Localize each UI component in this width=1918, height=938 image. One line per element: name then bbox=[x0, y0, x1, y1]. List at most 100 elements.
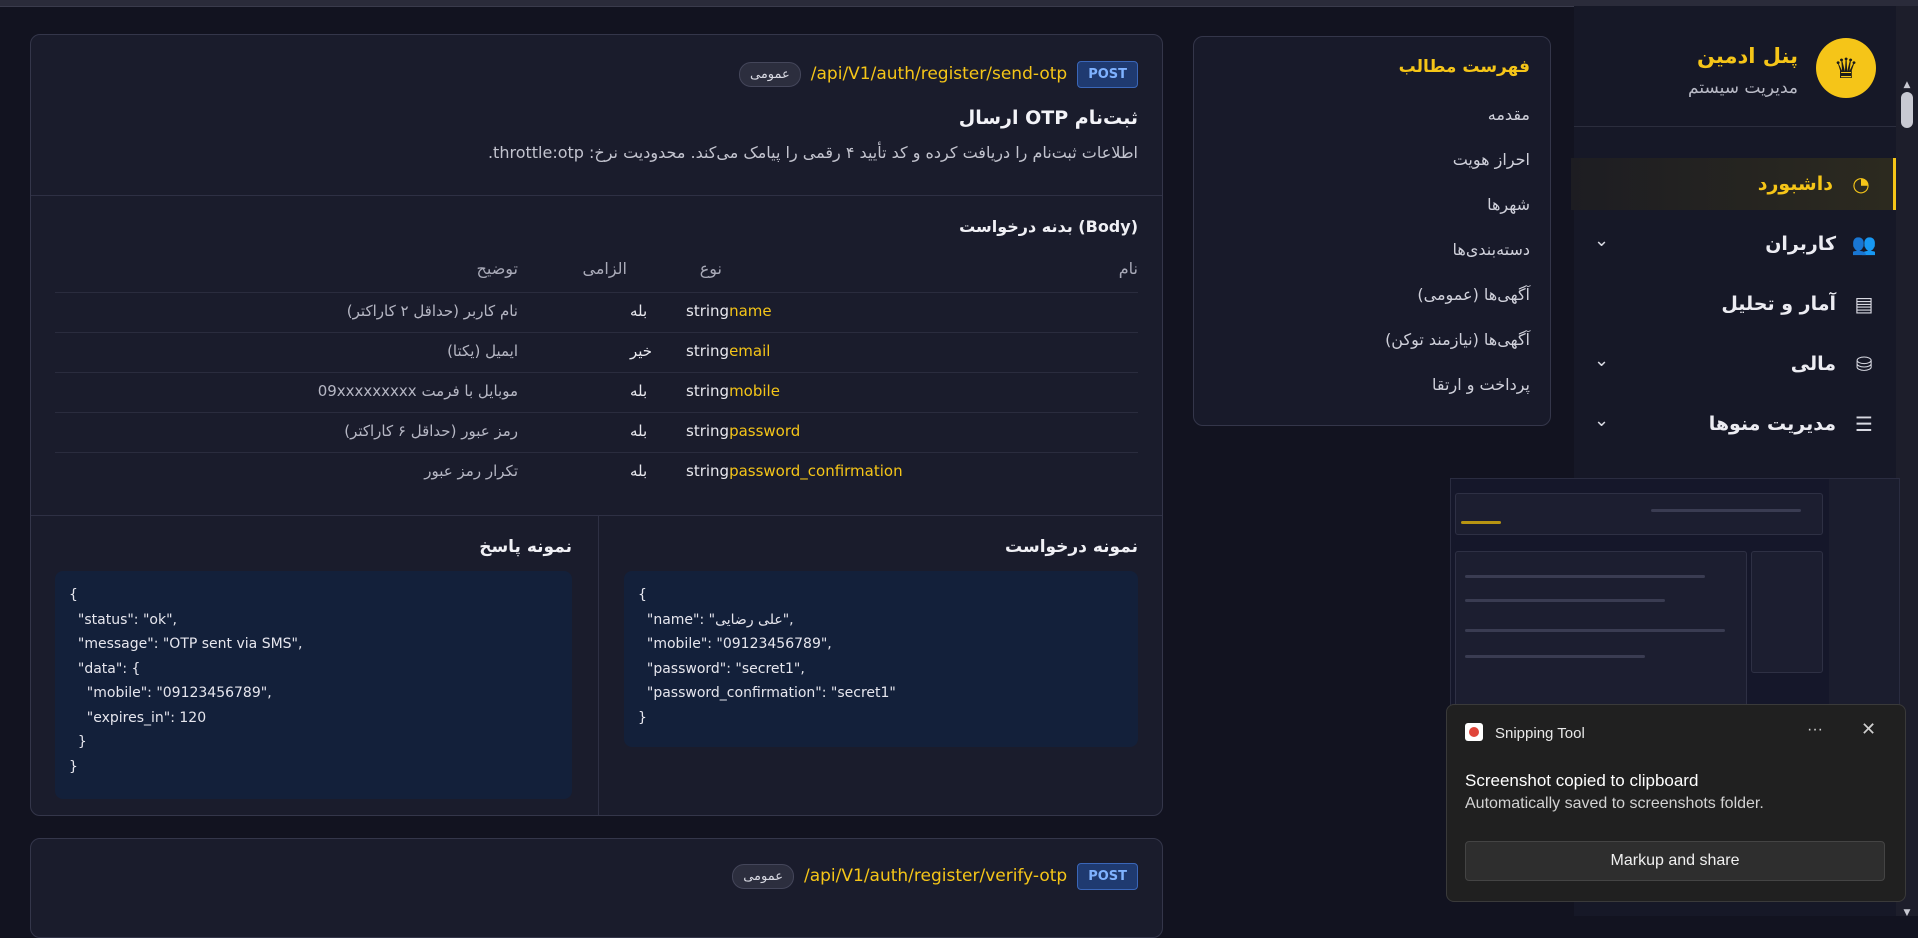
thumbnail-sidebar bbox=[1829, 479, 1899, 707]
chevron-down-icon[interactable]: ⌄ bbox=[1594, 350, 1609, 371]
gauge-icon: ◔ bbox=[1852, 172, 1870, 196]
table-row: stringpassword بله رمز عبور (حداقل ۶ کار… bbox=[55, 412, 1138, 453]
toc-title: فهرست مطالب bbox=[1398, 57, 1530, 77]
param-description: نام کاربر (حداقل ۲ کاراکتر) bbox=[346, 302, 518, 320]
endpoint-title: ارسال OTP ثبت‌نام bbox=[958, 107, 1138, 129]
divider bbox=[31, 515, 1162, 516]
chevron-down-icon[interactable]: ⌄ bbox=[1594, 230, 1609, 251]
sidebar-item-label: کاربران bbox=[1765, 233, 1836, 255]
method-badge: POST bbox=[1077, 60, 1138, 88]
toc-item[interactable]: آگهی‌ها (عمومی) bbox=[1417, 285, 1530, 304]
request-example-title: نمونه درخواست bbox=[1004, 537, 1138, 557]
thumbnail-block bbox=[1455, 493, 1823, 535]
body-section-title: بدنه درخواست (Body) bbox=[959, 217, 1138, 236]
endpoint-card: POST /api/V1/auth/register/send-otp عموم… bbox=[30, 34, 1163, 816]
sidebar-item-label: آمار و تحلیل bbox=[1721, 293, 1836, 315]
param-type: string bbox=[686, 422, 730, 440]
sidebar-item-label: داشبورد bbox=[1757, 173, 1833, 195]
param-description: رمز عبور (حداقل ۶ کاراکتر) bbox=[344, 422, 518, 440]
table-row: stringname بله نام کاربر (حداقل ۲ کاراکت… bbox=[55, 292, 1138, 333]
toc-item[interactable]: آگهی‌ها (نیازمند توکن) bbox=[1385, 330, 1530, 349]
menu-icon: ☰ bbox=[1855, 412, 1873, 436]
users-icon: 👥 bbox=[1851, 232, 1877, 256]
divider bbox=[31, 195, 1162, 196]
param-type: string bbox=[686, 342, 730, 360]
chart-icon: ▤ bbox=[1854, 292, 1874, 316]
param-description: موبایل با فرمت 09xxxxxxxxx bbox=[317, 382, 518, 400]
thumbnail-line bbox=[1465, 575, 1705, 578]
coins-icon: ⛁ bbox=[1855, 352, 1873, 376]
crown-icon: ♛ bbox=[1816, 38, 1876, 98]
brand-title: پنل ادمین bbox=[1697, 44, 1798, 68]
toc-item[interactable]: دسته‌بندی‌ها bbox=[1453, 240, 1530, 259]
close-icon[interactable]: ✕ bbox=[1861, 719, 1876, 740]
param-name: password_confirmation bbox=[729, 462, 903, 480]
param-description: ایمیل (یکتا) bbox=[447, 342, 518, 360]
response-example-code: { "status": "ok", "message": "OTP sent v… bbox=[55, 571, 572, 799]
sidebar-item-label: مدیریت منوها bbox=[1708, 413, 1836, 435]
toast-message: Automatically saved to screenshots folde… bbox=[1465, 795, 1764, 812]
thumbnail-line bbox=[1461, 521, 1501, 524]
endpoint-card: POST /api/V1/auth/register/verify-otp عم… bbox=[30, 838, 1163, 938]
endpoint-header: POST /api/V1/auth/register/verify-otp عم… bbox=[732, 861, 1138, 891]
table-of-contents: فهرست مطالب مقدمه احراز هویت شهرها دسته‌… bbox=[1193, 36, 1551, 426]
thumbnail-line bbox=[1465, 599, 1665, 602]
param-type: string bbox=[686, 462, 730, 480]
param-required: بله bbox=[630, 302, 648, 320]
toc-item[interactable]: مقدمه bbox=[1488, 105, 1530, 124]
param-required: بله bbox=[630, 422, 648, 440]
brand-subtitle: مدیریت سیستم bbox=[1688, 78, 1798, 98]
sidebar-item-finance[interactable]: ⛁ مالی ⌄ bbox=[1574, 338, 1896, 390]
thumbnail-line bbox=[1465, 629, 1725, 632]
sidebar-item-menus[interactable]: ☰ مدیریت منوها ⌄ bbox=[1574, 398, 1896, 450]
param-required: بله bbox=[630, 462, 648, 480]
sidebar-item-label: مالی bbox=[1790, 353, 1836, 375]
table-row: stringmobile بله موبایل با فرمت 09xxxxxx… bbox=[55, 372, 1138, 413]
thumbnail-line bbox=[1465, 655, 1645, 658]
request-example-code: { "name": "علی رضایی", "mobile": "091234… bbox=[624, 571, 1138, 747]
snipping-tool-icon bbox=[1465, 723, 1483, 741]
param-name: email bbox=[729, 342, 771, 360]
thumbnail-line bbox=[1651, 509, 1801, 512]
table-row: stringemail خیر ایمیل (یکتا) bbox=[55, 332, 1138, 373]
col-header-name: نام bbox=[1118, 259, 1138, 278]
sidebar-item-analytics[interactable]: ▤ آمار و تحلیل bbox=[1574, 278, 1896, 330]
param-name: password bbox=[729, 422, 801, 440]
param-description: تکرار رمز عبور bbox=[424, 462, 518, 480]
scroll-up-icon[interactable]: ▲ bbox=[1902, 80, 1912, 90]
toast-app-name: Snipping Tool bbox=[1495, 725, 1585, 742]
thumbnail-block bbox=[1751, 551, 1823, 673]
more-options-icon[interactable]: ··· bbox=[1807, 721, 1823, 739]
visibility-badge: عمومی bbox=[732, 863, 794, 889]
toc-item[interactable]: احراز هویت bbox=[1453, 150, 1530, 169]
notification-toast[interactable]: Snipping Tool ··· ✕ Screenshot copied to… bbox=[1446, 704, 1906, 902]
brand: ♛ پنل ادمین مدیریت سیستم bbox=[1576, 34, 1876, 104]
param-required: خیر bbox=[630, 342, 653, 360]
sidebar-item-users[interactable]: 👥 کاربران ⌄ bbox=[1574, 218, 1896, 270]
response-example-title: نمونه پاسخ bbox=[479, 537, 572, 557]
screenshot-thumbnail[interactable] bbox=[1450, 478, 1900, 708]
endpoint-description: اطلاعات ثبت‌نام را دریافت کرده و کد تأیی… bbox=[487, 143, 1138, 162]
endpoint-path: /api/V1/auth/register/verify-otp bbox=[803, 866, 1068, 886]
param-type: string bbox=[686, 382, 730, 400]
endpoint-header: POST /api/V1/auth/register/send-otp عموم… bbox=[738, 59, 1138, 89]
chevron-down-icon[interactable]: ⌄ bbox=[1594, 410, 1609, 431]
param-name: mobile bbox=[729, 382, 780, 400]
toc-item[interactable]: پرداخت و ارتقا bbox=[1432, 375, 1530, 394]
param-type: string bbox=[686, 302, 730, 320]
visibility-badge: عمومی bbox=[738, 61, 801, 87]
col-header-required: الزامی bbox=[582, 259, 628, 278]
markup-and-share-button[interactable]: Markup and share bbox=[1465, 841, 1885, 881]
col-header-description: توضیح bbox=[476, 259, 518, 278]
scroll-thumb[interactable] bbox=[1901, 92, 1913, 128]
scroll-down-icon[interactable]: ▼ bbox=[1902, 908, 1912, 918]
sidebar-item-dashboard[interactable]: ◔ داشبورد bbox=[1571, 158, 1896, 210]
table-row: stringpassword_confirmation بله تکرار رم… bbox=[55, 452, 1138, 493]
param-required: بله bbox=[630, 382, 648, 400]
toast-heading: Screenshot copied to clipboard bbox=[1465, 771, 1699, 790]
col-header-type: نوع bbox=[699, 259, 722, 278]
method-badge: POST bbox=[1077, 862, 1138, 890]
divider bbox=[1574, 126, 1896, 127]
divider-vertical bbox=[598, 515, 599, 815]
toc-item[interactable]: شهرها bbox=[1487, 195, 1530, 214]
